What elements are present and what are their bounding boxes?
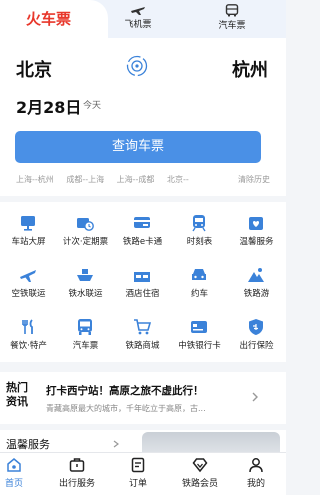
service-label: 餐饮·特产 [10,341,47,351]
nav-label: 出行服务 [58,479,95,489]
nav-travel-service[interactable]: 出行服务 [49,457,105,489]
bottom-navigation: 首页 出行服务 订单 铁路会员 我的 [0,452,286,495]
service-label: 酒店住宿 [125,289,160,299]
service-rail-mall[interactable]: 铁路商城 [114,306,171,351]
nav-label: 订单 [128,479,147,489]
booking-card: 北京 杭州 2月28日 今天 查询车票 上海--杭州 成都--上海 上海--成都… [0,38,286,196]
mountain-icon [248,268,264,282]
briefcase-icon [69,458,85,472]
bus-icon [225,4,239,17]
service-label: 时刻表 [186,237,213,247]
shield-icon [249,319,263,335]
nav-home[interactable]: 首页 [0,457,42,489]
nav-label: 铁路会员 [181,479,218,489]
service-ride[interactable]: 约车 [171,254,228,299]
service-label: 空铁联运 [11,289,46,299]
service-bank-card[interactable]: 中铁银行卡 [171,306,228,351]
bus-icon [78,319,92,335]
service-label: 中铁银行卡 [178,341,221,351]
diamond-icon [192,458,208,473]
service-timetable[interactable]: 时刻表 [171,202,228,247]
nav-membership[interactable]: 铁路会员 [172,457,228,489]
ship-icon [77,269,93,281]
service-air-rail[interactable]: 空铁联运 [0,254,57,299]
travel-date[interactable]: 2月28日 [16,94,81,118]
history-item[interactable]: 成都--上海 [66,175,104,184]
tab-train[interactable]: 火车票 [0,0,108,38]
news-tag: 热门资讯 [6,381,28,408]
history-item[interactable]: 北京-- [167,175,189,184]
plane-icon [131,7,145,15]
home-icon [7,458,21,472]
to-city[interactable]: 杭州 [232,56,268,82]
history-item[interactable]: 上海--成都 [117,175,155,184]
nav-label: 我的 [246,479,265,489]
services-grid: 车站大屏 计次·定期票 铁路e卡通 时刻表 温馨服务 空铁联运 铁水联运 酒店住… [0,202,286,362]
plane-icon [20,270,36,282]
hotel-icon [134,272,150,282]
service-ecard[interactable]: 铁路e卡通 [114,202,171,247]
heart-bag-icon [249,217,263,230]
service-label: 铁路e卡通 [122,237,163,247]
from-city[interactable]: 北京 [16,56,52,82]
tab-bus-label: 汽车票 [218,21,246,31]
service-rail-tour[interactable]: 铁路游 [228,254,285,299]
order-icon [131,457,145,473]
service-label: 出行保险 [239,341,274,351]
service-label: 车站大屏 [11,237,46,247]
station-screen-icon [21,216,35,231]
cart-icon [134,319,151,335]
news-title: 打卡西宁站！高原之旅不虚此行！ [46,385,204,397]
service-label: 计次·定期票 [62,237,109,247]
service-food[interactable]: 餐饮·特产 [0,306,57,351]
service-label: 温馨服务 [239,237,274,247]
service-care[interactable]: 温馨服务 [228,202,285,247]
section-title: 温馨服务 [6,438,50,451]
service-label: 铁路游 [243,289,270,299]
chevron-right-icon [113,440,119,448]
service-hotel[interactable]: 酒店住宿 [114,254,171,299]
tab-flight-label: 飞机票 [124,20,152,30]
clear-history-button[interactable]: 清除历史 [238,174,270,185]
service-label: 汽车票 [72,341,99,351]
tab-train-label: 火车票 [26,10,72,28]
service-periodic-ticket[interactable]: 计次·定期票 [57,202,114,247]
train-icon [192,215,206,232]
swap-cities-icon[interactable] [126,55,148,77]
cutlery-icon [22,319,33,334]
service-insurance[interactable]: 出行保险 [228,306,285,351]
service-label: 铁路商城 [125,341,160,351]
ticket-type-tabs: 火车票 飞机票 汽车票 [0,0,286,38]
nav-mine[interactable]: 我的 [228,457,284,489]
chevron-right-icon [252,392,258,402]
user-icon [249,458,263,473]
bank-card-icon [191,321,207,333]
nav-label: 首页 [4,479,23,489]
ticket-clock-icon [77,218,94,231]
travel-weekday: 今天 [83,101,102,111]
service-rail-water[interactable]: 铁水联运 [57,254,114,299]
tab-bus[interactable]: 汽车票 [202,4,262,31]
query-tickets-button[interactable]: 查询车票 [15,131,261,163]
tab-flight[interactable]: 飞机票 [108,4,168,30]
news-subtitle: 青藏高原最大的城市，千年屹立于高原，古... [46,404,206,413]
service-station-screen[interactable]: 车站大屏 [0,202,57,247]
service-label: 铁水联运 [68,289,103,299]
card-icon [134,217,150,228]
car-icon [192,269,206,280]
nav-orders[interactable]: 订单 [110,457,166,489]
service-bus-ticket[interactable]: 汽车票 [57,306,114,351]
service-label: 约车 [190,289,208,299]
history-item[interactable]: 上海--杭州 [16,175,54,184]
search-history: 上海--杭州 成都--上海 上海--成都 北京-- 清除历史 [16,174,274,188]
hot-news-banner[interactable]: 热门资讯 打卡西宁站！高原之旅不虚此行！ 青藏高原最大的城市，千年屹立于高原，古… [0,372,286,424]
